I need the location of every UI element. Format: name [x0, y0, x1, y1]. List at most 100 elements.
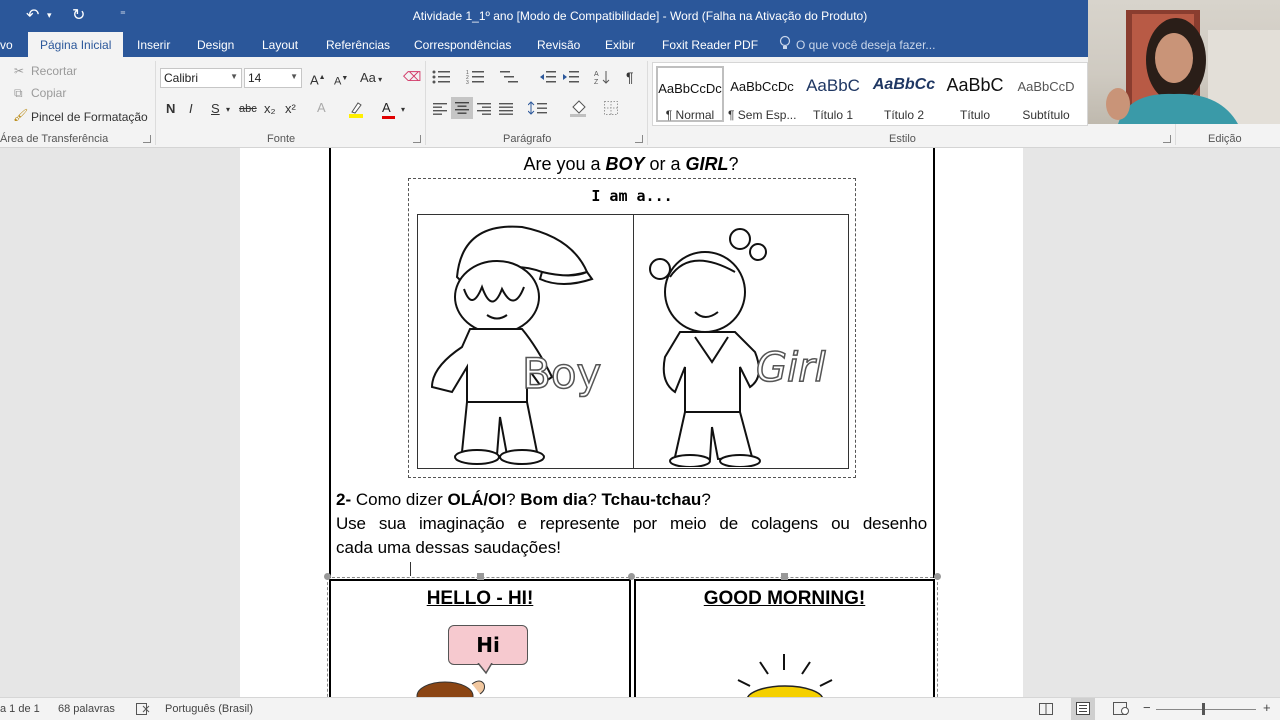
- chevron-down-icon: ▼: [230, 72, 238, 81]
- speech-bubble: Hi: [448, 625, 528, 665]
- good-morning-cell-title: GOOD MORNING!: [703, 588, 866, 609]
- increase-indent-icon[interactable]: [563, 70, 579, 89]
- zoom-in-button[interactable]: +: [1263, 700, 1271, 715]
- table-border-left: [329, 148, 331, 578]
- cell-border: [629, 579, 631, 697]
- font-launcher[interactable]: [413, 135, 421, 143]
- sort-icon[interactable]: AZ: [594, 69, 610, 90]
- shading-icon[interactable]: [570, 99, 588, 122]
- style-titulo[interactable]: AaBbC Título: [941, 66, 1009, 122]
- copy-button[interactable]: Copiar: [31, 86, 66, 100]
- proofing-icon[interactable]: [136, 703, 150, 718]
- read-mode-icon[interactable]: [1039, 702, 1053, 720]
- underline-button[interactable]: S: [211, 101, 220, 117]
- subscript-button[interactable]: x₂: [264, 101, 276, 117]
- numbering-icon[interactable]: 123: [466, 70, 486, 89]
- bold-button[interactable]: N: [166, 101, 175, 117]
- style-titulo-1[interactable]: AaBbC Título 1: [799, 66, 867, 122]
- webcam-overlay: [1088, 0, 1280, 124]
- font-color-button[interactable]: A: [382, 100, 395, 119]
- tab-referencias[interactable]: Referências: [326, 38, 390, 52]
- style-name: Título 1: [812, 108, 854, 122]
- language-indicator[interactable]: Português (Brasil): [165, 703, 253, 715]
- superscript-button[interactable]: x²: [285, 101, 296, 117]
- line-spacing-icon[interactable]: [527, 101, 548, 120]
- style-subtitulo[interactable]: AaBbCcD Subtítulo: [1012, 66, 1080, 122]
- font-name-combo[interactable]: Calibri ▼: [160, 68, 242, 88]
- resize-handle[interactable]: [934, 573, 941, 580]
- shrink-font-button[interactable]: A▼: [334, 71, 348, 90]
- highlight-icon[interactable]: [348, 100, 364, 122]
- table-border-right: [933, 148, 935, 578]
- align-center-button[interactable]: [451, 97, 473, 119]
- word-count[interactable]: 68 palavras: [58, 703, 115, 715]
- tab-arquivo[interactable]: vo: [0, 38, 13, 52]
- bullets-icon[interactable]: [432, 70, 452, 89]
- clipboard-launcher[interactable]: [143, 135, 151, 143]
- italic-button[interactable]: I: [189, 101, 193, 117]
- cut-icon: ✂: [14, 64, 25, 78]
- cut-button[interactable]: Recortar: [31, 64, 77, 78]
- instruction-line-2: cada uma dessas saudações!: [336, 538, 561, 557]
- girl-illustration-icon: [649, 228, 767, 467]
- change-case-button[interactable]: Aa ▾: [360, 70, 382, 88]
- font-color-dropdown-icon[interactable]: ▾: [401, 102, 405, 118]
- multilevel-list-icon[interactable]: [500, 70, 522, 89]
- group-separator: [647, 61, 648, 145]
- tab-exibir[interactable]: Exibir: [605, 38, 635, 52]
- style-name: Título 2: [883, 108, 925, 122]
- tab-foxit[interactable]: Foxit Reader PDF: [662, 38, 758, 52]
- resize-handle[interactable]: [477, 573, 484, 580]
- tab-layout[interactable]: Layout: [262, 38, 298, 52]
- question-part: or a: [644, 154, 686, 174]
- zoom-out-button[interactable]: −: [1143, 700, 1151, 715]
- align-left-icon[interactable]: [433, 102, 447, 120]
- text-effects-button[interactable]: A: [317, 100, 326, 116]
- print-layout-button[interactable]: [1071, 698, 1095, 720]
- resize-handle[interactable]: [628, 573, 635, 580]
- align-right-icon[interactable]: [477, 102, 491, 120]
- tab-pagina-inicial[interactable]: Página Inicial: [28, 32, 124, 57]
- style-normal[interactable]: AaBbCcDc ¶ Normal: [656, 66, 724, 122]
- style-name: ¶ Normal: [665, 108, 715, 122]
- document-content: Are you a BOY or a GIRL? I am a... Boy G…: [0, 148, 1280, 697]
- q2-part: ?: [701, 490, 711, 509]
- strikethrough-button[interactable]: abc: [239, 101, 257, 117]
- paragraph-launcher[interactable]: [635, 135, 643, 143]
- style-sem-espacamento[interactable]: AaBbCcDc ¶ Sem Esp...: [728, 66, 796, 122]
- show-marks-button[interactable]: ¶: [626, 69, 634, 85]
- resize-handle[interactable]: [324, 573, 331, 580]
- justify-icon[interactable]: [499, 102, 513, 120]
- picture-frame: Boy Girl: [417, 214, 849, 469]
- clear-format-icon[interactable]: ⌫: [403, 69, 421, 85]
- format-painter-button[interactable]: Pincel de Formatação: [31, 110, 148, 124]
- tab-correspondencias[interactable]: Correspondências: [414, 38, 511, 52]
- zoom-slider[interactable]: [1156, 709, 1256, 710]
- question-2-number: 2-: [336, 490, 352, 509]
- grow-font-button[interactable]: A▲: [310, 70, 326, 88]
- tab-inserir[interactable]: Inserir: [137, 38, 170, 52]
- tab-design[interactable]: Design: [197, 38, 234, 52]
- web-layout-icon[interactable]: [1113, 702, 1129, 720]
- bubble-text: Hi: [476, 633, 500, 657]
- i-beam-cursor-icon: [410, 562, 412, 576]
- style-titulo-2[interactable]: AaBbCc Título 2: [870, 66, 938, 122]
- font-size-combo[interactable]: 14 ▼: [244, 68, 302, 88]
- question-part: Are you a: [523, 154, 606, 174]
- tab-revisao[interactable]: Revisão: [537, 38, 580, 52]
- underline-dropdown-icon[interactable]: ▾: [226, 102, 230, 118]
- font-color-icon: A: [382, 100, 391, 115]
- group-separator: [425, 61, 426, 145]
- styles-gallery: AaBbCcDc ¶ Normal AaBbCcDc ¶ Sem Esp... …: [652, 62, 1088, 126]
- boy-girl-picture-box[interactable]: I am a... Boy Girl: [408, 178, 856, 478]
- style-preview: AaBbCcDc: [658, 81, 722, 96]
- tell-me-input[interactable]: O que você deseja fazer...: [796, 38, 935, 52]
- decrease-indent-icon[interactable]: [540, 70, 556, 89]
- grow-font-icon: A: [310, 72, 319, 88]
- group-separator: [155, 61, 156, 145]
- zoom-slider-thumb[interactable]: [1202, 703, 1205, 715]
- borders-icon[interactable]: [604, 101, 618, 120]
- resize-handle[interactable]: [781, 573, 788, 580]
- styles-launcher[interactable]: [1163, 135, 1171, 143]
- page-count[interactable]: a 1 de 1: [0, 703, 40, 715]
